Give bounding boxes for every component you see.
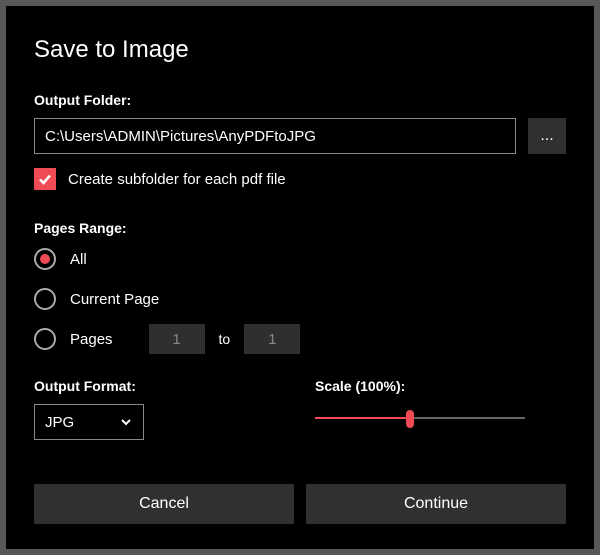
subfolder-checkbox[interactable] <box>34 168 56 190</box>
subfolder-row: Create subfolder for each pdf file <box>34 168 566 190</box>
scale-slider[interactable] <box>315 408 525 428</box>
scale-label: Scale (100%): <box>315 378 566 394</box>
output-folder-row: ... <box>34 118 566 154</box>
ellipsis-icon: ... <box>540 127 553 145</box>
output-format-label: Output Format: <box>34 378 285 394</box>
check-icon <box>37 171 53 187</box>
output-folder-label: Output Folder: <box>34 92 566 108</box>
browse-button[interactable]: ... <box>528 118 566 154</box>
pages-range-group: All Current Page Pages to <box>34 246 566 352</box>
cancel-button[interactable]: Cancel <box>34 484 294 524</box>
radio-all[interactable] <box>34 248 56 270</box>
output-folder-input[interactable] <box>34 118 516 154</box>
save-to-image-dialog: Save to Image Output Folder: ... Create … <box>6 6 594 549</box>
output-format-value: JPG <box>45 414 74 431</box>
radio-all-label: All <box>70 251 87 268</box>
pages-range-label: Pages Range: <box>34 220 566 236</box>
subfolder-label: Create subfolder for each pdf file <box>68 171 286 188</box>
to-label: to <box>219 331 231 347</box>
output-format-select[interactable]: JPG <box>34 404 144 440</box>
slider-thumb[interactable] <box>406 410 414 428</box>
format-scale-row: Output Format: JPG Scale (100%): <box>34 378 566 440</box>
radio-current-page-label: Current Page <box>70 291 159 308</box>
dialog-buttons: Cancel Continue <box>34 484 566 524</box>
radio-pages[interactable] <box>34 328 56 350</box>
slider-fill <box>315 417 410 419</box>
page-from-input[interactable] <box>149 324 205 354</box>
dialog-title: Save to Image <box>34 36 566 64</box>
page-to-input[interactable] <box>244 324 300 354</box>
radio-current-page[interactable] <box>34 288 56 310</box>
chevron-down-icon <box>119 415 133 429</box>
radio-pages-label: Pages <box>70 331 113 348</box>
continue-button[interactable]: Continue <box>306 484 566 524</box>
